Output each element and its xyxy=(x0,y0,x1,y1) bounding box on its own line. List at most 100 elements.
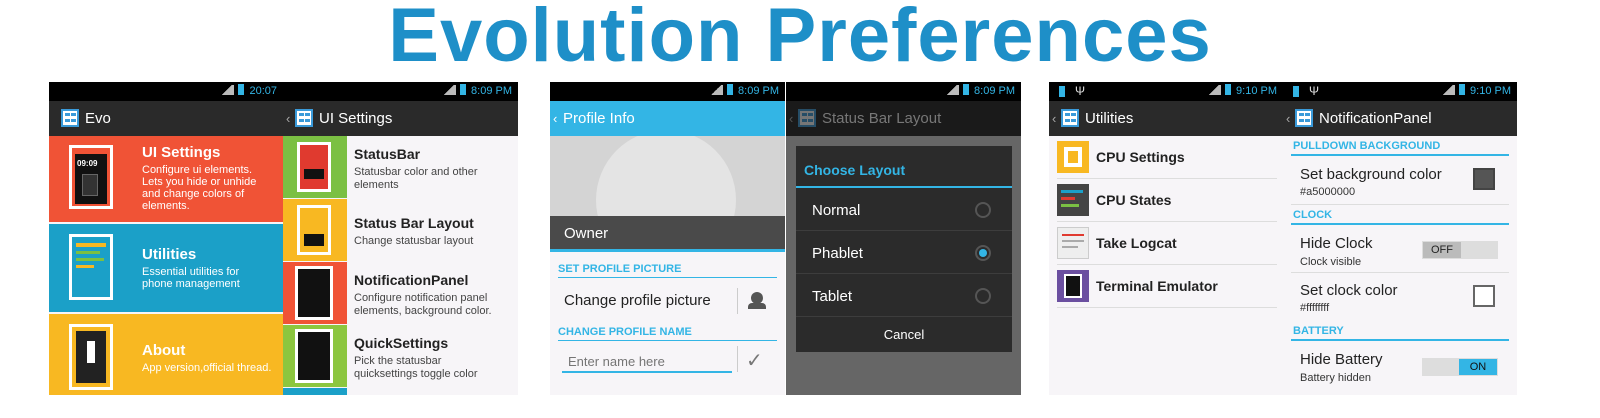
pref-summary: Battery hidden xyxy=(1300,372,1371,384)
option-label: Tablet xyxy=(812,288,853,305)
item-desc: Statusbar color and other elements xyxy=(354,166,478,191)
hide-clock-toggle[interactable]: OFF xyxy=(1422,241,1498,259)
item-title: CPU Settings xyxy=(1096,149,1185,165)
screen-evo-main: 20:07 Evo 09:09 UI Settings Configure ui… xyxy=(49,82,283,395)
person-icon-body xyxy=(748,303,766,309)
action-bar-title: NotificationPanel xyxy=(1319,110,1432,127)
section-header: BATTERY xyxy=(1293,325,1344,337)
option-phablet[interactable]: Phablet xyxy=(796,231,1012,274)
thumb-clock: 09:09 xyxy=(77,159,98,168)
tile-title: Utilities xyxy=(142,246,197,263)
pref-title: Set background color xyxy=(1300,166,1442,183)
tile-desc: Configure ui elements. Lets you hide or … xyxy=(142,164,257,212)
layout-dialog: Choose Layout Normal Phablet Tablet Canc… xyxy=(796,146,1012,352)
tile-title: UI Settings xyxy=(142,144,221,161)
statusbar-thumbnail-icon xyxy=(283,136,347,198)
list-item[interactable]: NotificationPanel Configure notification… xyxy=(283,262,518,324)
status-bar: 8:09 PM xyxy=(786,82,1021,101)
pref-background-color[interactable]: Set background color #a5000000 xyxy=(1283,157,1517,203)
status-bar: 20:07 xyxy=(49,82,283,101)
action-bar-title: Evo xyxy=(85,110,111,127)
action-bar-title: Profile Info xyxy=(563,110,635,127)
tile-ui-settings[interactable]: 09:09 UI Settings Configure ui elements.… xyxy=(49,136,283,222)
item-title: Terminal Emulator xyxy=(1096,278,1218,294)
pref-hide-battery[interactable]: Hide Battery Battery hidden ON xyxy=(1283,342,1517,392)
action-bar[interactable]: ‹ Utilities xyxy=(1049,101,1283,136)
tile-utilities[interactable]: Utilities Essential utilities for phone … xyxy=(49,224,283,312)
section-divider xyxy=(1291,339,1509,341)
pref-clock-color[interactable]: Set clock color #ffffffff xyxy=(1283,274,1517,320)
action-bar[interactable]: ‹ UI Settings xyxy=(283,101,518,136)
app-icon xyxy=(1295,109,1313,127)
owner-name: Owner xyxy=(564,225,609,242)
back-chevron-icon[interactable]: ‹ xyxy=(1286,101,1290,136)
logcat-icon xyxy=(1057,227,1089,259)
app-icon xyxy=(798,109,816,127)
option-label: Normal xyxy=(812,202,861,219)
status-time: 8:09 PM xyxy=(738,85,779,97)
action-bar-title: Utilities xyxy=(1085,110,1134,127)
item-title: CPU States xyxy=(1096,192,1172,208)
screen-ui-settings: 8:09 PM ‹ UI Settings StatusBar Statusba… xyxy=(283,82,518,395)
checkmark-icon[interactable]: ✓ xyxy=(746,348,763,373)
profile-name-input[interactable] xyxy=(562,351,732,373)
option-tablet[interactable]: Tablet xyxy=(796,274,1012,317)
status-time: 9:10 PM xyxy=(1236,85,1277,97)
section-header: SET PROFILE PICTURE xyxy=(558,263,682,275)
profile-header: Owner xyxy=(550,136,785,252)
action-bar[interactable]: ‹ Profile Info xyxy=(550,101,785,136)
screen-status-bar-layout: 8:09 PM ‹ Status Bar Layout Choose Layou… xyxy=(786,82,1021,395)
status-bar: Ψ 9:10 PM xyxy=(1049,82,1283,101)
list-item[interactable]: CPU Settings xyxy=(1049,136,1283,179)
option-normal[interactable]: Normal xyxy=(796,188,1012,231)
hide-battery-toggle[interactable]: ON xyxy=(1422,358,1498,376)
list-item[interactable]: StatusBar Statusbar color and other elem… xyxy=(283,136,518,198)
color-swatch[interactable] xyxy=(1473,168,1495,190)
ui-settings-thumbnail: 09:09 xyxy=(69,145,113,209)
action-bar[interactable]: ‹ NotificationPanel xyxy=(1283,101,1517,136)
status-time: 8:09 PM xyxy=(974,85,1015,97)
status-bar: 8:09 PM xyxy=(283,82,518,101)
item-title: QuickSettings xyxy=(354,335,449,351)
radio-icon[interactable] xyxy=(975,202,991,218)
clock-color-checkbox[interactable] xyxy=(1473,285,1495,307)
battery-icon xyxy=(727,84,734,95)
status-time: 8:09 PM xyxy=(471,85,512,97)
cpu-states-icon xyxy=(1057,184,1089,216)
section-header: PULLDOWN BACKGROUND xyxy=(1293,140,1441,152)
battery-icon xyxy=(1459,84,1466,95)
tile-about[interactable]: About App version,official thread. xyxy=(49,314,283,395)
radio-icon[interactable] xyxy=(975,288,991,304)
list-item[interactable]: Take Logcat xyxy=(1049,222,1283,265)
battery-icon xyxy=(963,84,970,95)
option-label: Phablet xyxy=(812,245,863,262)
section-header: CLOCK xyxy=(1293,209,1333,221)
back-chevron-icon[interactable]: ‹ xyxy=(286,101,290,136)
battery-icon xyxy=(460,84,467,95)
cancel-button[interactable]: Cancel xyxy=(796,317,1012,352)
change-picture-row[interactable]: Change profile picture xyxy=(550,282,785,318)
radio-selected-icon[interactable] xyxy=(975,245,991,261)
status-bar: Ψ 9:10 PM xyxy=(1283,82,1517,101)
list-item[interactable]: Terminal Emulator xyxy=(1049,265,1283,308)
usb-icon: Ψ xyxy=(1075,84,1086,98)
list-item[interactable]: CPU States xyxy=(1049,179,1283,222)
section-divider xyxy=(558,340,777,341)
pref-summary: #a5000000 xyxy=(1300,186,1356,198)
app-icon xyxy=(1061,109,1079,127)
battery-icon xyxy=(1059,86,1065,97)
item-title: StatusBar xyxy=(354,146,421,162)
layout-thumbnail-icon xyxy=(283,199,347,261)
list-item[interactable]: Status Bar Layout Change statusbar layou… xyxy=(283,199,518,261)
back-chevron-icon[interactable]: ‹ xyxy=(553,101,557,136)
pref-hide-clock[interactable]: Hide Clock Clock visible OFF xyxy=(1283,226,1517,270)
back-chevron-icon[interactable]: ‹ xyxy=(1052,101,1056,136)
battery-icon xyxy=(238,84,245,95)
action-bar-title: Status Bar Layout xyxy=(822,110,942,127)
signal-icon xyxy=(220,85,235,95)
signal-icon xyxy=(1441,85,1456,95)
list-item[interactable]: QuickSettings Pick the statusbar quickse… xyxy=(283,325,518,387)
list-item-partial xyxy=(283,388,347,395)
app-icon xyxy=(61,109,79,127)
status-time: 9:10 PM xyxy=(1470,85,1511,97)
